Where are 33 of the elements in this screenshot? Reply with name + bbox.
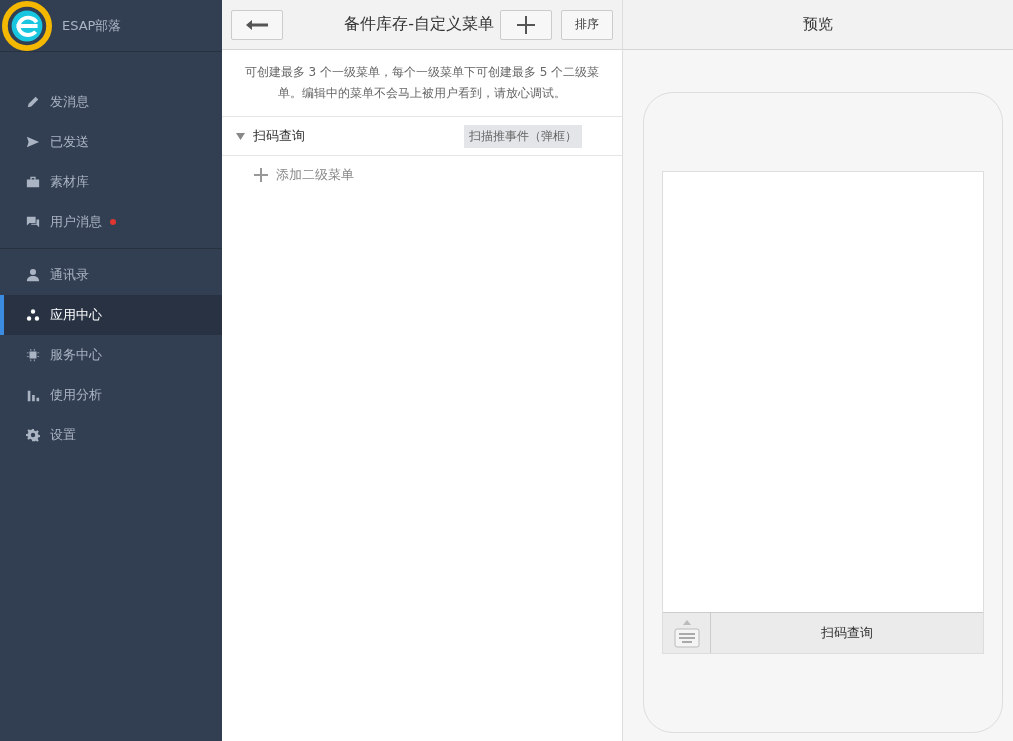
chat-icon: [26, 215, 40, 229]
add-button[interactable]: [500, 9, 552, 40]
left-arrow-icon: [245, 18, 269, 31]
page-title: 备件库存-自定义菜单: [343, 14, 495, 35]
sort-button[interactable]: 排序: [561, 9, 613, 40]
sidebar-item[interactable]: 用户消息: [0, 202, 222, 242]
chip-icon: [26, 348, 40, 362]
dots-icon: [26, 308, 40, 322]
plus-icon: [254, 168, 268, 182]
person-icon: [26, 268, 40, 282]
hint-text: 可创建最多 3 个一级菜单，每个一级菜单下可创建最多 5 个二级菜单。编辑中的菜单不会马上被用户看到，请放心调试。: [222, 50, 622, 117]
sidebar-item[interactable]: 服务中心: [0, 335, 222, 375]
sidebar-item[interactable]: 发消息: [0, 82, 222, 122]
sidebar-item[interactable]: 应用中心: [0, 295, 222, 335]
briefcase-icon: [26, 175, 40, 189]
sidebar-item[interactable]: 已发送: [0, 122, 222, 162]
sidebar-item[interactable]: 使用分析: [0, 375, 222, 415]
send-icon: [26, 135, 40, 149]
add-submenu-link[interactable]: 添加二级菜单: [222, 156, 622, 194]
sidebar-item[interactable]: 设置: [0, 415, 222, 455]
expand-triangle-icon[interactable]: [236, 131, 245, 141]
bars-icon: [26, 388, 40, 402]
gear-icon: [26, 428, 40, 442]
preview-title: 预览: [803, 15, 833, 34]
event-tag: 扫描推事件（弹框）: [464, 124, 582, 148]
sidebar-item[interactable]: 素材库: [0, 162, 222, 202]
logo-icon: [2, 0, 52, 51]
brand-name: ESAP部落: [62, 16, 122, 35]
menu-item[interactable]: 扫码查询 扫描推事件（弹框）: [222, 117, 622, 156]
back-button[interactable]: [231, 9, 283, 40]
sidebar-item[interactable]: 通讯录: [0, 255, 222, 295]
pencil-icon: [26, 95, 40, 109]
plus-icon: [516, 14, 536, 35]
